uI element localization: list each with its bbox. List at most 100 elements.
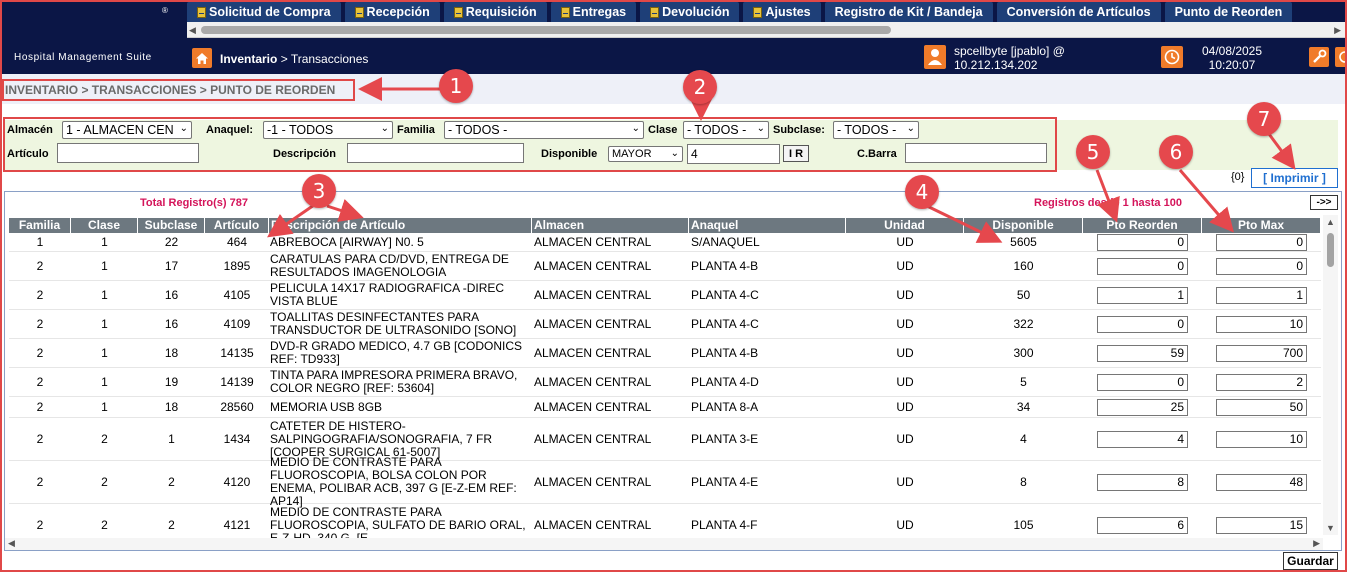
table-row: 2 2 2 4121 MEDIO DE CONTRASTE PARA FLUOROSCO… [9, 504, 1321, 539]
column-header[interactable]: Disponible [964, 218, 1083, 233]
cell-articulo: 14135 [220, 346, 254, 360]
articulo-input[interactable] [57, 143, 199, 163]
cell-disponible: 5605 [1010, 235, 1037, 249]
column-header[interactable]: Pto Max [1202, 218, 1321, 233]
reorder-point-input[interactable]: 25 [1097, 398, 1188, 416]
home-button[interactable] [192, 48, 212, 68]
table-row: 2 1 16 4105 PELICULA 14X17 RADIOGRAFICA -DIR… [9, 281, 1321, 310]
annotation-badge-4: 4 [905, 175, 939, 209]
column-header[interactable]: Unidad [846, 218, 964, 233]
max-point-input[interactable]: 700 [1216, 344, 1307, 362]
reorder-point-input[interactable]: 0 [1097, 233, 1188, 251]
descripcion-label: Descripción [273, 148, 336, 160]
max-point-input[interactable]: 10 [1216, 315, 1307, 333]
cell-anaquel: PLANTA 4-D [691, 375, 759, 389]
menu-tab-7[interactable]: Conversión de Artículos [996, 2, 1161, 22]
descripcion-input[interactable] [347, 143, 524, 163]
max-point-input[interactable]: 10 [1216, 430, 1307, 448]
scroll-left-icon[interactable]: ◀ [8, 538, 15, 549]
disponible-operator-select[interactable]: MAYOR ⌄ [608, 146, 683, 162]
reorder-point-input[interactable]: 59 [1097, 344, 1188, 362]
max-point-input[interactable]: 0 [1216, 257, 1307, 275]
user-ip: 10.212.134.202 [954, 58, 1038, 72]
cell-anaquel: S/ANAQUEL [691, 235, 760, 249]
max-point-input[interactable]: 48 [1216, 473, 1307, 491]
scroll-right-icon[interactable]: ▶ [1313, 538, 1320, 549]
cell-clase: 1 [101, 235, 108, 249]
cell-anaquel: PLANTA 4-B [691, 346, 759, 360]
scroll-up-icon[interactable]: ▲ [1326, 217, 1335, 227]
column-header[interactable]: Pto Reorden [1083, 218, 1202, 233]
scroll-left-icon[interactable]: ◀ [189, 25, 196, 36]
grid-scroll-thumb[interactable] [1327, 233, 1334, 267]
cell-disponible: 300 [1013, 346, 1034, 360]
logout-icon[interactable] [1335, 47, 1345, 67]
column-header[interactable]: Descripción de Artículo [269, 218, 532, 233]
reorder-point-input[interactable]: 0 [1097, 373, 1188, 391]
scroll-right-icon[interactable]: ▶ [1334, 25, 1341, 36]
column-header[interactable]: Subclase [138, 218, 205, 233]
reorder-point-input[interactable]: 0 [1097, 315, 1188, 333]
column-header[interactable]: Familia [9, 218, 71, 233]
cell-almacen: ALMACEN CENTRAL [534, 317, 652, 331]
menu-tab-3[interactable]: Entregas [550, 2, 637, 22]
menu-horizontal-scrollbar[interactable]: ◀ ▶ [187, 22, 1345, 38]
menu-tab-label: Solicitud de Compra [209, 5, 331, 19]
reorder-point-input[interactable]: 6 [1097, 516, 1188, 534]
column-header[interactable]: Clase [71, 218, 138, 233]
menu-tab-2[interactable]: Requisición [443, 2, 547, 22]
table-row: 2 2 1 1434 CATETER DE HISTERO-SALPINGOGRAFIA… [9, 418, 1321, 461]
reorder-point-input[interactable]: 4 [1097, 430, 1188, 448]
document-icon [354, 6, 364, 18]
cell-max: 10 [1202, 315, 1321, 333]
menu-tab-5[interactable]: Ajustes [743, 2, 821, 22]
scroll-down-icon[interactable]: ▼ [1326, 523, 1335, 533]
cell-descripcion: CATETER DE HISTERO-SALPINGOGRAFIA/SONOGR… [270, 419, 493, 459]
max-point-input[interactable]: 1 [1216, 286, 1307, 304]
cell-max: 0 [1202, 233, 1321, 251]
menu-tab-0[interactable]: Solicitud de Compra [187, 2, 341, 22]
cell-subclase: 18 [164, 346, 179, 360]
max-point-input[interactable]: 15 [1216, 516, 1307, 534]
cell-descripcion: TINTA PARA IMPRESORA PRIMERA BRAVO, COLO… [270, 369, 518, 395]
familia-select[interactable]: - TODOS - ⌄ [444, 121, 644, 139]
settings-tool-icon[interactable] [1309, 47, 1329, 67]
menu-tab-4[interactable]: Devolución [640, 2, 740, 22]
menu-tab-label: Recepción [366, 5, 430, 19]
column-header[interactable]: Artículo [205, 218, 269, 233]
cell-subclase: 16 [164, 288, 179, 302]
reorder-point-input[interactable]: 8 [1097, 473, 1188, 491]
grid-horizontal-scrollbar[interactable]: ◀ ▶ [5, 538, 1323, 550]
menu-tab-6[interactable]: Registro de Kit / Bandeja [824, 2, 993, 22]
cell-subclase: 17 [164, 259, 179, 273]
subclase-select[interactable]: - TODOS - ⌄ [833, 121, 919, 139]
clase-select[interactable]: - TODOS - ⌄ [683, 121, 769, 139]
cell-reorden: 4 [1083, 430, 1202, 448]
user-icon[interactable] [924, 45, 946, 69]
max-point-input[interactable]: 0 [1216, 233, 1307, 251]
go-button[interactable]: I R [783, 145, 809, 162]
save-button[interactable]: Guardar [1283, 552, 1338, 570]
column-header[interactable]: Anaquel [689, 218, 846, 233]
reorder-point-input[interactable]: 1 [1097, 286, 1188, 304]
cell-descripcion: TOALLITAS DESINFECTANTES PARA TRANSDUCTO… [270, 311, 517, 337]
disponible-input[interactable]: 4 [687, 144, 780, 164]
menu-tab-label: Requisición [465, 5, 537, 19]
breadcrumb-root[interactable]: Inventario [220, 52, 277, 66]
column-header[interactable]: Almacen [532, 218, 689, 233]
menu-tab-1[interactable]: Recepción [344, 2, 440, 22]
max-point-input[interactable]: 2 [1216, 373, 1307, 391]
grid-vertical-scrollbar[interactable]: ▲ ▼ [1323, 215, 1338, 535]
cell-descripcion: PELICULA 14X17 RADIOGRAFICA -DIREC VISTA… [270, 282, 505, 308]
reorder-point-input[interactable]: 0 [1097, 257, 1188, 275]
next-page-button[interactable]: ->> [1310, 195, 1338, 210]
anaquel-select[interactable]: -1 - TODOS ⌄ [263, 121, 393, 139]
cbarra-input[interactable] [905, 143, 1047, 163]
menu-tab-8[interactable]: Punto de Reorden [1164, 2, 1293, 22]
cell-max: 50 [1202, 398, 1321, 416]
menu-scroll-thumb[interactable] [201, 26, 891, 34]
max-point-input[interactable]: 50 [1216, 398, 1307, 416]
almacen-select[interactable]: 1 - ALMACEN CEN ⌄ [62, 121, 192, 139]
cell-subclase: 22 [164, 235, 179, 249]
print-button[interactable]: [ Imprimir ] [1251, 168, 1338, 188]
